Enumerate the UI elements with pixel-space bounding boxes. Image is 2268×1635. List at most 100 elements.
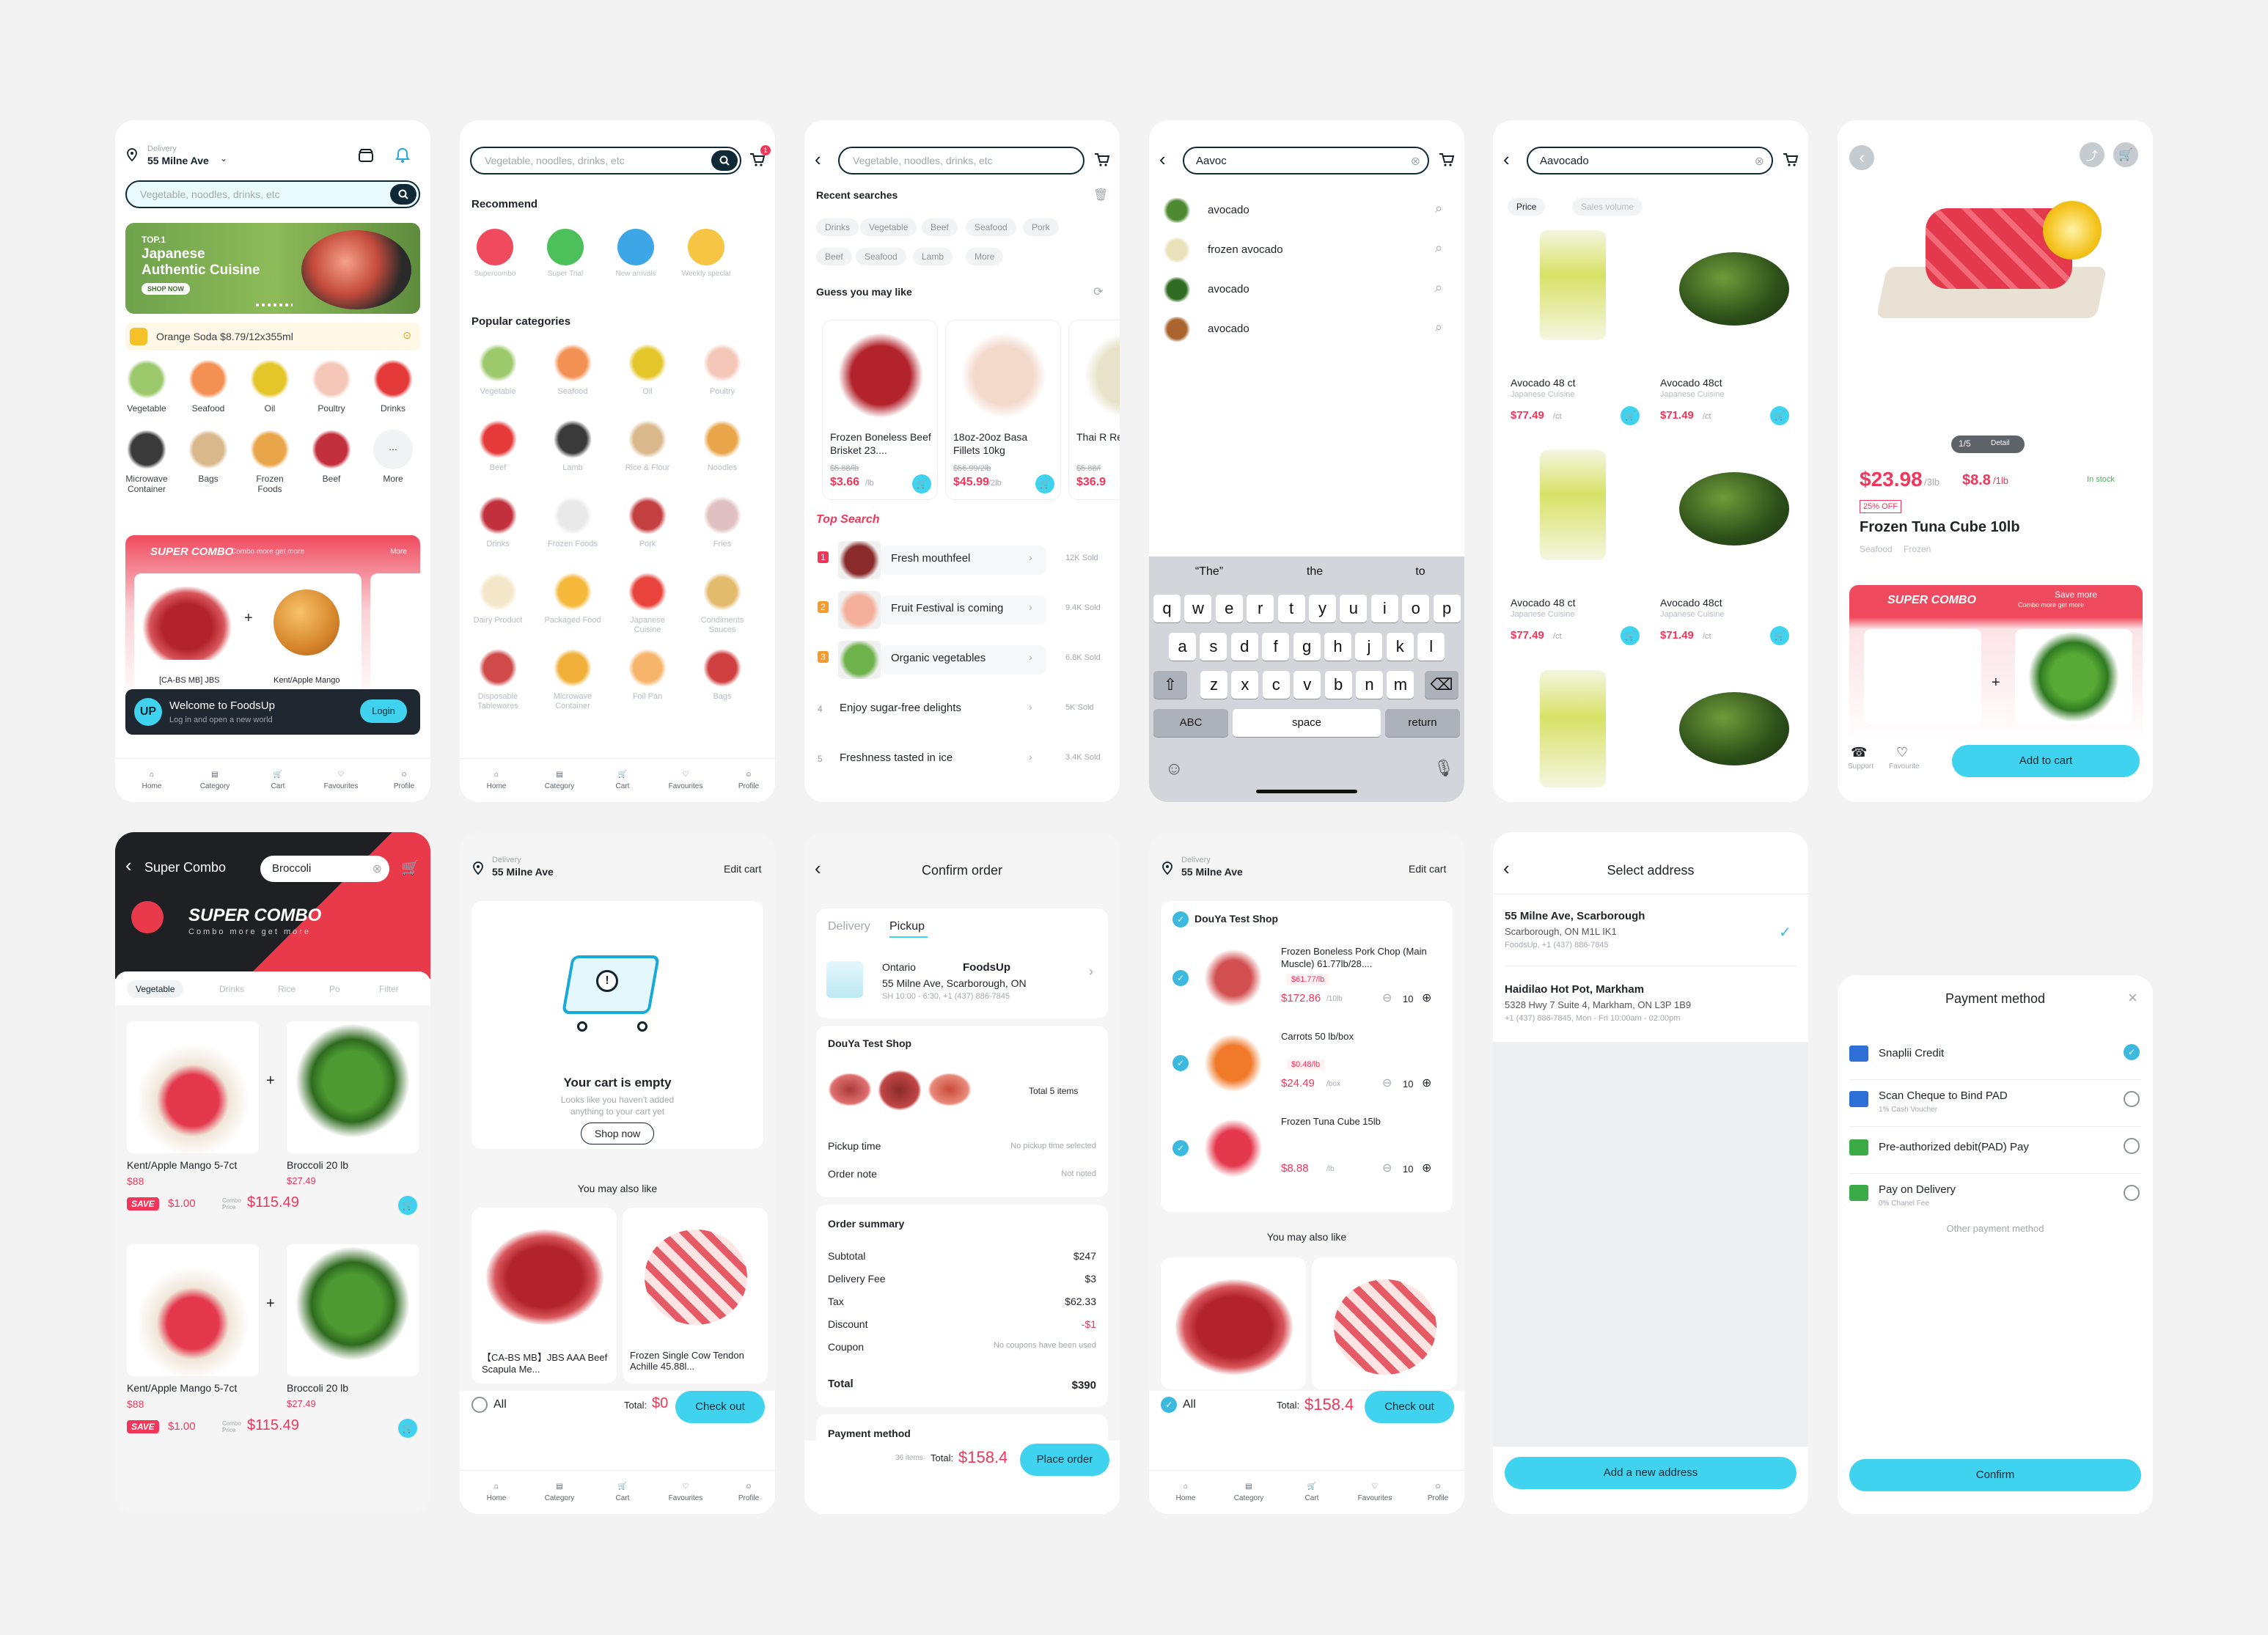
recommend-item[interactable]: Super Trial [536, 229, 595, 278]
key-b[interactable]: b [1324, 671, 1352, 699]
category-item[interactable]: ⋯ More [367, 430, 419, 484]
address-selector[interactable]: 55 Milne Ave [147, 155, 209, 166]
add-to-cart-icon[interactable]: 🛒 [1035, 474, 1054, 493]
category-item[interactable]: Beef [469, 419, 527, 473]
category-item[interactable]: Dairy Product [469, 572, 527, 625]
filter-chip[interactable]: Drinks [210, 980, 254, 998]
add-to-cart-button[interactable]: Add to cart [1952, 745, 2140, 777]
summary-value[interactable]: No coupons have been used [994, 1341, 1096, 1350]
keyboard-suggestion[interactable]: “The” [1165, 565, 1253, 578]
chevron-down-icon[interactable]: ⌄ [220, 153, 227, 164]
chevron-right-icon[interactable]: › [1029, 601, 1032, 613]
sort-sales-chip[interactable]: Sales volume [1572, 198, 1643, 216]
add-to-cart-icon[interactable]: 🛒 [1621, 406, 1640, 425]
recommend-item[interactable]: New arrivals [606, 229, 665, 278]
key-j[interactable]: j [1355, 633, 1383, 661]
category-item[interactable]: Beef [306, 430, 357, 484]
result-card[interactable]: Avocado 48ct Japanese Cuisine $71.49/ct 🛒 [1653, 230, 1797, 443]
clear-icon[interactable]: ⊗ [1411, 154, 1420, 169]
key-a[interactable]: a [1169, 633, 1196, 661]
select-all-radio[interactable] [471, 1397, 488, 1413]
key-n[interactable]: n [1356, 671, 1383, 699]
chevron-right-icon[interactable]: › [1029, 751, 1032, 763]
tab-category[interactable]: ▤ Category [537, 1478, 581, 1503]
edit-cart-link[interactable]: Edit cart [1409, 863, 1446, 875]
payment-radio[interactable] [2124, 1185, 2140, 1201]
checkout-button[interactable]: Check out [1365, 1391, 1454, 1423]
category-item[interactable]: Vegetable [469, 343, 527, 397]
category-item[interactable]: Frozen Foods [543, 496, 602, 549]
heart-icon[interactable]: ♡ [1896, 745, 1908, 760]
shop-now-button[interactable]: Shop now [581, 1123, 654, 1144]
add-address-button[interactable]: Add a new address [1505, 1457, 1797, 1489]
combo-item-tuna[interactable] [1864, 629, 1981, 724]
product-card[interactable]: Frozen Boneless Beef Brisket 23.... $5.88… [822, 320, 938, 500]
key-k[interactable]: k [1386, 633, 1414, 661]
suggest-card-1[interactable]: 【CA-BS MB】JBS AAA Beef Scapula Me... [471, 1208, 617, 1384]
payment-option[interactable]: Scan Cheque to Bind PAD 1% Cash Voucher [1838, 1085, 2153, 1129]
key-m[interactable]: m [1387, 671, 1414, 699]
category-item[interactable]: Bags [693, 648, 752, 702]
space-key[interactable]: space [1233, 709, 1381, 737]
payment-radio[interactable] [2124, 1091, 2140, 1107]
filter-chip[interactable]: Rice [269, 980, 305, 998]
key-o[interactable]: o [1402, 595, 1430, 622]
key-v[interactable]: v [1293, 671, 1321, 699]
minus-button[interactable]: ⊖ [1382, 1161, 1392, 1175]
recent-chip[interactable]: Lamb [913, 248, 953, 265]
minus-button[interactable]: ⊖ [1382, 1076, 1392, 1090]
recent-chip[interactable]: Seafood [966, 218, 1016, 236]
combo-card[interactable]: + [CA-BS MB] JBS Kent/Apple Mango [134, 573, 362, 698]
search-input[interactable]: Broccoli ⊗ [260, 856, 389, 882]
category-item[interactable]: Noodles [693, 419, 752, 473]
key-t[interactable]: t [1277, 595, 1305, 622]
category-item[interactable]: Frozen Foods [244, 430, 296, 494]
clear-icon[interactable]: ⊗ [1755, 154, 1764, 169]
search-input[interactable]: Aavoc ⊗ [1183, 147, 1429, 174]
category-item[interactable]: Pork [618, 496, 677, 549]
key-q[interactable]: q [1153, 595, 1181, 622]
tab-favourites[interactable]: ♡ Favourites [664, 1478, 708, 1503]
cart-icon[interactable] [1780, 150, 1801, 170]
keyboard-suggestion[interactable]: to [1376, 565, 1464, 578]
suggestion-item[interactable]: avocado ⌕ [1149, 312, 1464, 348]
combo-item-pepper[interactable] [2015, 629, 2132, 724]
payment-radio[interactable] [2124, 1138, 2140, 1154]
backspace-key[interactable]: ⌫ [1425, 671, 1458, 699]
combo-card-next[interactable] [370, 573, 429, 698]
checkout-button[interactable]: Check out [675, 1391, 765, 1423]
sort-price-chip[interactable]: Price [1508, 198, 1546, 216]
tab-cart[interactable]: 🛒 Cart [601, 766, 645, 791]
category-item[interactable]: Disposable Tablewares [469, 648, 527, 711]
key-l[interactable]: l [1417, 633, 1445, 661]
tab-favourites[interactable]: ♡ Favourites [319, 766, 363, 791]
key-u[interactable]: u [1340, 595, 1368, 622]
tab-category[interactable]: ▤ Category [537, 766, 581, 791]
select-all-checkbox[interactable]: ✓ [1161, 1397, 1177, 1413]
cart-icon[interactable] [1436, 150, 1457, 170]
filter-chip[interactable]: Vegetable [127, 980, 184, 998]
category-item[interactable]: Oil [244, 359, 296, 414]
category-item[interactable]: Japanese Cuisine [618, 572, 677, 635]
suggest-card-2[interactable]: Frozen Single Cow Tendon Achille 45.88l.… [623, 1208, 768, 1384]
key-c[interactable]: c [1262, 671, 1290, 699]
emoji-icon[interactable]: ☺ [1165, 759, 1183, 779]
search-bar[interactable]: Vegetable, noodles, drinks, etc [125, 180, 420, 208]
item-checkbox[interactable]: ✓ [1172, 970, 1189, 986]
item-checkbox[interactable]: ✓ [1172, 1055, 1189, 1071]
suggestion-item[interactable]: frozen avocado ⌕ [1149, 233, 1464, 268]
chevron-right-icon[interactable]: › [1029, 701, 1032, 713]
key-h[interactable]: h [1324, 633, 1351, 661]
category-item[interactable]: Microwave Container [543, 648, 602, 711]
cart-icon[interactable]: 🛒 [401, 859, 419, 877]
back-icon[interactable]: ‹ [1159, 148, 1166, 171]
chevron-right-icon[interactable]: › [1029, 651, 1032, 663]
category-item[interactable]: Vegetable [121, 359, 172, 414]
recent-chip[interactable]: Beef [816, 248, 852, 265]
recent-chip[interactable]: Drinks [816, 218, 859, 236]
key-x[interactable]: x [1231, 671, 1259, 699]
confirm-button[interactable]: Confirm [1849, 1459, 2141, 1491]
recent-chip[interactable]: Pork [1023, 218, 1059, 236]
clear-icon[interactable]: ⊗ [373, 861, 382, 876]
key-i[interactable]: i [1370, 595, 1398, 622]
